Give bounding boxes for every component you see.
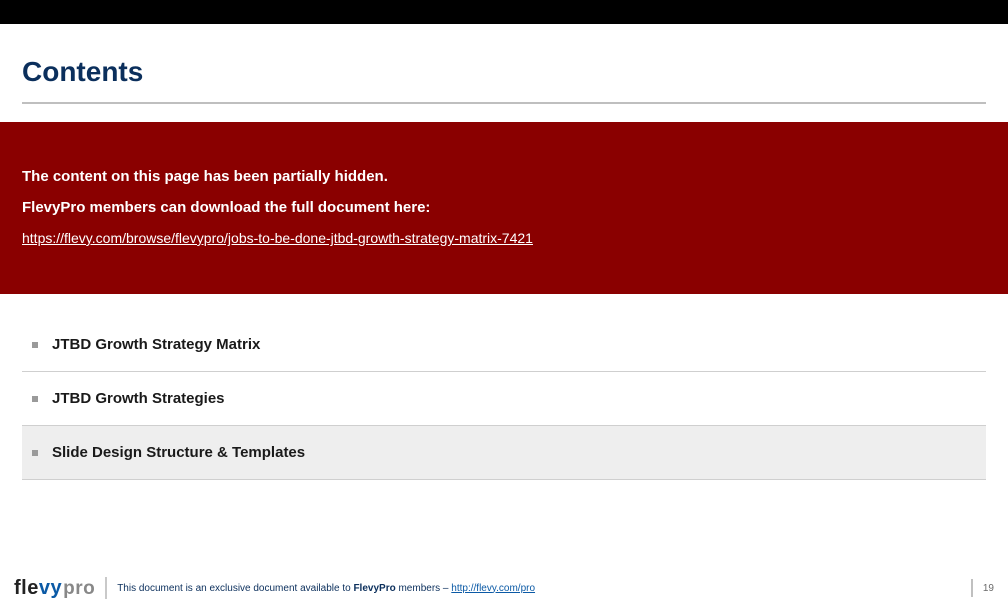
footer-divider: [105, 577, 107, 599]
banner-text-2: FlevyPro members can download the full d…: [22, 199, 986, 216]
list-item: JTBD Growth Strategies: [22, 372, 986, 426]
footer-text: This document is an exclusive document a…: [117, 583, 535, 594]
logo-part-vy: vy: [39, 577, 62, 599]
banner-text-1: The content on this page has been partia…: [22, 168, 986, 185]
contents-list: JTBD Growth Strategy Matrix JTBD Growth …: [22, 318, 986, 480]
logo-part-pro: pro: [63, 578, 95, 599]
list-item-active: Slide Design Structure & Templates: [22, 426, 986, 480]
slide: Contents The content on this page has be…: [0, 24, 1008, 612]
list-item: JTBD Growth Strategy Matrix: [22, 318, 986, 372]
bullet-icon: [32, 342, 38, 348]
bullet-icon: [32, 396, 38, 402]
page-number: 19: [983, 583, 994, 594]
page-num-divider: [971, 579, 973, 597]
logo-part-fle: fle: [14, 577, 39, 599]
list-item-label: JTBD Growth Strategy Matrix: [52, 336, 260, 353]
footer-text-pre: This document is an exclusive document a…: [117, 583, 353, 594]
footer-link[interactable]: http://flevy.com/pro: [451, 583, 535, 594]
title-rule: [22, 102, 986, 104]
hidden-content-banner: The content on this page has been partia…: [0, 122, 1008, 294]
footer-text-bold: FlevyPro: [353, 583, 395, 594]
banner-link[interactable]: https://flevy.com/browse/flevypro/jobs-t…: [22, 230, 533, 246]
footer-text-post: members –: [396, 583, 452, 594]
list-item-label: JTBD Growth Strategies: [52, 390, 225, 407]
top-black-bar: [0, 0, 1008, 24]
list-item-label: Slide Design Structure & Templates: [52, 444, 305, 461]
flevypro-logo: flevypro: [14, 577, 95, 600]
footer: flevypro This document is an exclusive d…: [0, 574, 1008, 602]
bullet-icon: [32, 450, 38, 456]
page-title: Contents: [0, 24, 1008, 96]
